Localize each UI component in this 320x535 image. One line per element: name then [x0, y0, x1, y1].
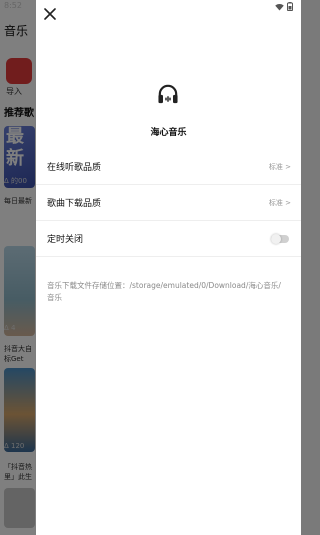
menu-item-download-quality[interactable]: 歌曲下载品质 标准 > [36, 185, 301, 221]
status-icons [275, 2, 293, 11]
menu-label: 歌曲下载品质 [47, 199, 102, 209]
settings-drawer: 海心音乐 在线听歌品质 标准 > 歌曲下载品质 标准 > 定时关闭 音乐下载文件… [36, 0, 301, 535]
settings-menu: 在线听歌品质 标准 > 歌曲下载品质 标准 > 定时关闭 [36, 149, 301, 257]
app-name: 海心音乐 [150, 128, 187, 138]
headphones-icon [158, 84, 178, 104]
storage-path-text: 音乐下载文件存储位置：/storage/emulated/0/Download/… [47, 281, 281, 302]
menu-label: 定时关闭 [47, 235, 84, 245]
toggle-knob [271, 234, 281, 244]
battery-icon [287, 2, 293, 11]
menu-value: 标准 > [268, 199, 291, 207]
wifi-icon [275, 3, 284, 11]
status-time: 8:52 [4, 1, 22, 10]
menu-value: 标准 > [268, 163, 291, 171]
menu-item-sleep-timer: 定时关闭 [36, 221, 301, 257]
menu-item-streaming-quality[interactable]: 在线听歌品质 标准 > [36, 149, 301, 185]
status-bar: 8:52 [0, 0, 301, 14]
menu-label: 在线听歌品质 [47, 163, 102, 173]
sleep-timer-toggle[interactable] [271, 234, 289, 244]
